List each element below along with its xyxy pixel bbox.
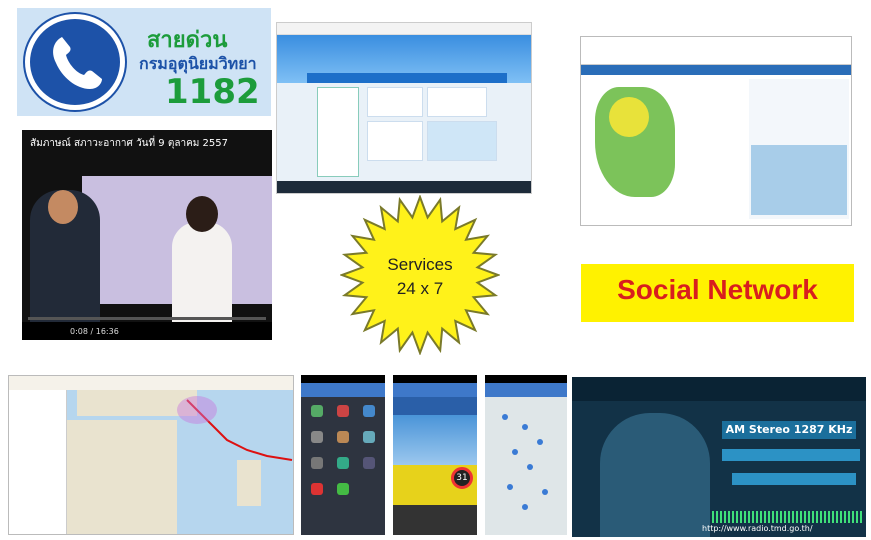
- program-schedule-1: [722, 449, 860, 461]
- website-nav: [581, 65, 851, 75]
- radio-header: [572, 377, 866, 401]
- warning-map: [595, 87, 675, 197]
- app-nav: [301, 383, 385, 397]
- map-pins: [502, 414, 548, 510]
- video-controls[interactable]: [22, 322, 272, 340]
- app-icon: [337, 405, 349, 417]
- am-frequency: AM Stereo 1287 KHz: [722, 421, 856, 439]
- app-icon: [337, 457, 349, 469]
- website-header: [581, 37, 851, 65]
- radio-station-banner: AM Stereo 1287 KHz http://www.radio.tmd.…: [572, 377, 866, 537]
- app-icon: [363, 431, 375, 443]
- forecast-box: [427, 87, 487, 117]
- app-icon: [311, 457, 323, 469]
- sky-image: [393, 415, 477, 465]
- tmd-website-screenshot: [276, 22, 532, 194]
- radio-host-image: [600, 413, 710, 537]
- app-icon: [337, 483, 349, 495]
- storm-track-line: [177, 396, 293, 461]
- info-box: [367, 121, 423, 161]
- weather-warning-website: [580, 36, 852, 226]
- map-sea: [67, 390, 293, 534]
- phone-icon: [25, 14, 125, 110]
- browser-toolbar: [277, 23, 531, 35]
- app-bottom-panel: [393, 505, 477, 535]
- app-nav: [485, 383, 567, 397]
- app-icon: [311, 483, 323, 495]
- app-icon: [311, 405, 323, 417]
- phone-weather-app: 31: [393, 375, 477, 535]
- app-icon: [363, 405, 375, 417]
- video-title: สัมภาษณ์ สภาวะอากาศ วันที่ 9 ตุลาคม 2557: [30, 138, 228, 149]
- services-label: Services: [387, 255, 453, 274]
- hotline-banner: สายด่วน กรมอุตุนิยมวิทยา 1182: [17, 8, 271, 116]
- social-network-label: Social Network: [581, 264, 854, 322]
- hotline-number: 1182: [165, 72, 260, 112]
- website-nav: [307, 73, 507, 83]
- app-icon: [363, 457, 375, 469]
- app-icon: [311, 431, 323, 443]
- program-schedule-2: [732, 473, 856, 485]
- presenter-woman-head: [186, 196, 218, 232]
- app-nav: [393, 383, 477, 397]
- phone-app-menu: [301, 375, 385, 535]
- social-network-text: Social Network: [617, 274, 818, 305]
- forecast-box: [367, 87, 423, 117]
- map-legend: [9, 390, 67, 534]
- video-progress-bar[interactable]: [28, 317, 266, 320]
- services-hours: 24 x 7: [396, 279, 444, 298]
- storm-track-map: [8, 375, 294, 535]
- phone-map-app: [485, 375, 567, 535]
- satellite-box: [427, 121, 497, 161]
- thailand-map-image: [317, 87, 359, 177]
- presenter-man-head: [48, 190, 78, 224]
- interview-video[interactable]: สัมภาษณ์ สภาวะอากาศ วันที่ 9 ตุลาคม 2557…: [22, 130, 272, 340]
- radio-url[interactable]: http://www.radio.tmd.go.th/: [702, 524, 813, 533]
- video-time: 0:08 / 16:36: [70, 327, 119, 336]
- temperature-gauge: 31: [451, 467, 473, 489]
- app-icon: [337, 431, 349, 443]
- audio-wave: [712, 511, 862, 523]
- taskbar: [277, 181, 531, 193]
- sea-map: [751, 145, 847, 215]
- presenter-woman: [172, 222, 232, 330]
- services-starburst: Services 24 x 7: [340, 195, 500, 355]
